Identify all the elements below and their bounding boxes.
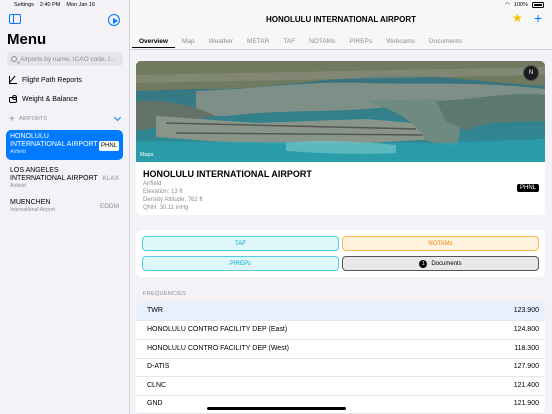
elevation-label: Elevation: 13 ft bbox=[143, 189, 183, 195]
sidebar-item-label: Flight Path Reports bbox=[22, 76, 82, 84]
frequency-row[interactable]: TWR 123.900 bbox=[136, 302, 545, 321]
airports-section-header[interactable]: ✈ AIRPORTS bbox=[9, 113, 123, 123]
frequency-name: CLNC bbox=[147, 382, 167, 390]
frequency-value: 121.900 bbox=[513, 400, 539, 408]
frequency-value: 124.800 bbox=[513, 326, 539, 334]
airport-name: HONOLULU INTERNATIONAL AIRPORT bbox=[10, 133, 98, 148]
back-to-settings[interactable]: Settings bbox=[8, 2, 34, 8]
main-content: HONOLULU INTERNATIONAL AIRPORT ★ + Overv… bbox=[130, 0, 552, 414]
frequencies-header: FREQUENCIES bbox=[143, 291, 187, 297]
sidebar-title: Menu bbox=[7, 31, 47, 48]
home-indicator[interactable] bbox=[207, 407, 346, 410]
satellite-map[interactable]: Maps N bbox=[136, 61, 545, 162]
frequency-value: 127.900 bbox=[513, 363, 539, 371]
weight-icon bbox=[9, 95, 17, 103]
search-icon bbox=[11, 56, 17, 62]
airport-name: LOS ANGELES INTERNATIONAL AIRPORT bbox=[10, 167, 98, 182]
wifi-icon: ◠ bbox=[505, 2, 510, 8]
pencil-icon bbox=[9, 76, 17, 84]
frequency-name: D-ATIS bbox=[147, 363, 170, 371]
airport-type-label: Airfield bbox=[143, 181, 162, 187]
frequency-value: 121.400 bbox=[513, 382, 539, 390]
documents-label: Documents bbox=[431, 260, 462, 267]
airport-code: KLAX bbox=[102, 175, 119, 182]
status-time: 2:40 PM bbox=[39, 2, 61, 8]
frequency-row[interactable]: GND 121.900 bbox=[136, 395, 545, 414]
frequency-row[interactable]: HONOLULU CONTRO FACILITY DEP (East) 124.… bbox=[136, 321, 545, 340]
battery-icon bbox=[532, 2, 544, 8]
tab-taf[interactable]: TAF bbox=[276, 35, 302, 48]
compass-icon[interactable]: N bbox=[523, 65, 539, 81]
airport-title: HONOLULU INTERNATIONAL AIRPORT bbox=[143, 169, 312, 179]
airport-type: Airfield bbox=[10, 183, 26, 189]
status-date: Mon Jan 16 bbox=[66, 2, 96, 8]
status-bar: Settings 2:40 PM Mon Jan 16 ◠ 100% bbox=[0, 0, 552, 10]
tab-overview[interactable]: Overview bbox=[132, 35, 175, 48]
search-placeholder: Airports by name, ICAO code, I... bbox=[20, 55, 116, 63]
sidebar-toggle-icon[interactable] bbox=[9, 14, 21, 24]
documents-count-badge: 1 bbox=[419, 259, 428, 268]
maps-attribution: Maps bbox=[140, 152, 154, 158]
notams-button[interactable]: NOTAMs bbox=[342, 236, 539, 251]
battery-percent: 100% bbox=[513, 2, 528, 8]
tab-metar[interactable]: METAR bbox=[240, 35, 276, 48]
frequency-name: TWR bbox=[147, 307, 163, 315]
frequency-row[interactable]: D-ATIS 127.900 bbox=[136, 358, 545, 377]
tab-map[interactable]: Map bbox=[175, 35, 202, 48]
taf-button[interactable]: TAF bbox=[142, 236, 339, 251]
frequency-name: GND bbox=[147, 400, 163, 408]
icao-code-badge: PHNL bbox=[517, 184, 540, 192]
airplane-icon: ✈ bbox=[9, 116, 15, 123]
tab-weather[interactable]: Weather bbox=[202, 35, 240, 48]
documents-button[interactable]: 1 Documents bbox=[342, 256, 539, 271]
search-input[interactable]: Airports by name, ICAO code, I... bbox=[7, 52, 123, 66]
frequency-row[interactable]: CLNC 121.400 bbox=[136, 377, 545, 396]
chevron-down-icon[interactable] bbox=[113, 113, 122, 122]
frequency-name: HONOLULU CONTRO FACILITY DEP (East) bbox=[147, 326, 288, 334]
page-title: HONOLULU INTERNATIONAL AIRPORT bbox=[265, 15, 417, 24]
pireps-button[interactable]: PIREPs bbox=[142, 256, 339, 271]
tab-documents[interactable]: Documents bbox=[422, 35, 469, 48]
frequencies-list: TWR 123.900 HONOLULU CONTRO FACILITY DEP… bbox=[136, 302, 545, 414]
frequency-value: 118.300 bbox=[514, 345, 539, 353]
sidebar-item-flight-path-reports[interactable]: Flight Path Reports bbox=[9, 76, 82, 84]
frequency-row[interactable]: HONOLULU CONTRO FACILITY DEP (West) 118.… bbox=[136, 340, 545, 359]
sidebar: Menu Airports by name, ICAO code, I... F… bbox=[0, 0, 130, 414]
quick-actions-card: TAF NOTAMs PIREPs 1 Documents bbox=[136, 230, 545, 277]
airport-row-klax[interactable]: LOS ANGELES INTERNATIONAL AIRPORT Airfie… bbox=[6, 164, 123, 192]
tab-pireps[interactable]: PIREPs bbox=[342, 35, 379, 48]
sidebar-item-label: Weight & Balance bbox=[22, 95, 78, 103]
add-plus-icon[interactable]: + bbox=[534, 11, 542, 25]
frequency-value: 123.900 bbox=[513, 307, 539, 315]
section-label: AIRPORTS bbox=[18, 116, 47, 122]
sidebar-item-weight-balance[interactable]: Weight & Balance bbox=[9, 95, 78, 103]
qnh-label: QNH: 30.11 inHg bbox=[143, 205, 189, 211]
airport-overview-card: Maps N HONOLULU INTERNATIONAL AIRPORT Ai… bbox=[136, 61, 545, 215]
airport-row-eddm[interactable]: MUENCHEN International Airport EDDM bbox=[6, 196, 123, 218]
frequency-name: HONOLULU CONTRO FACILITY DEP (West) bbox=[147, 345, 289, 353]
tab-notams[interactable]: NOTAMs bbox=[302, 35, 342, 48]
play-circle-icon[interactable] bbox=[108, 14, 120, 26]
favorite-star-icon[interactable]: ★ bbox=[512, 12, 523, 24]
airport-row-phnl[interactable]: HONOLULU INTERNATIONAL AIRPORT Airfield … bbox=[6, 130, 123, 160]
satellite-map-image bbox=[136, 61, 545, 162]
airport-code: EDDM bbox=[99, 203, 119, 210]
density-altitude-label: Density Altitude: 762 ft bbox=[143, 197, 203, 203]
airport-code: PHNL bbox=[98, 141, 119, 151]
tab-bar: Overview Map Weather METAR TAF NOTAMs PI… bbox=[132, 35, 469, 48]
tab-webcams[interactable]: Webcams bbox=[379, 35, 422, 48]
